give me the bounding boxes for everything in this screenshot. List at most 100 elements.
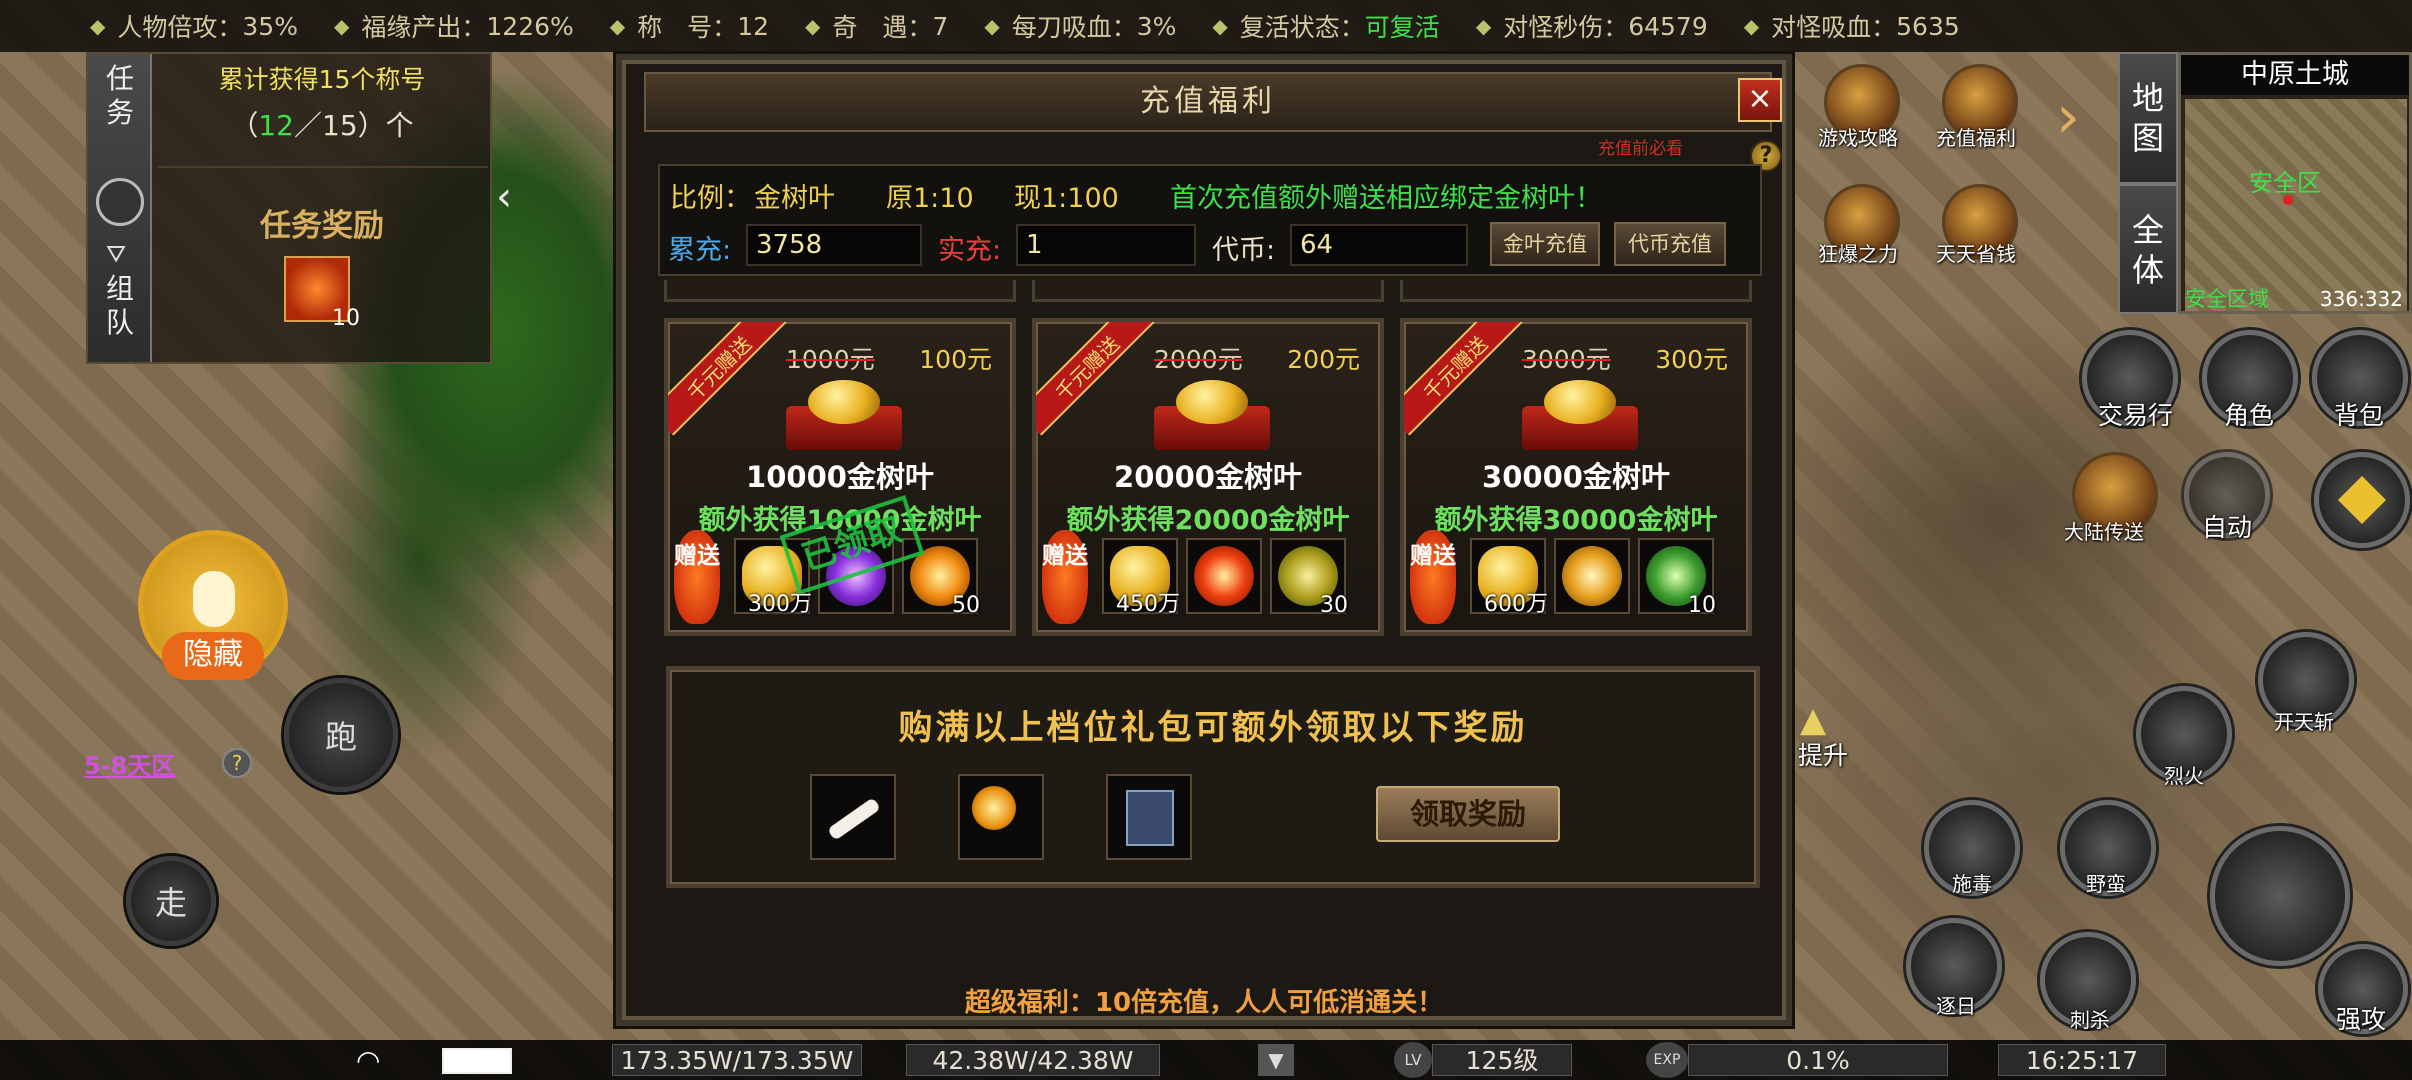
- bonus-item-slot[interactable]: [1106, 774, 1192, 860]
- collapse-arrow-icon[interactable]: ‹: [496, 174, 522, 244]
- tab-all[interactable]: 全体: [2118, 184, 2178, 314]
- gold-gift-box-icon: [1154, 380, 1270, 450]
- minimap-view: [2185, 99, 2407, 311]
- top-stats-bar: ◆ 人物倍攻： 35% ◆ 福缘产出： 1226% ◆ 称 号： 12 ◆ 奇 遇： 7 ◆ 每刀…: [0, 0, 2412, 52]
- diamond-icon: ◆: [1743, 14, 1760, 38]
- diamond-icon: ◆: [609, 14, 626, 38]
- reward-count: 10: [332, 306, 360, 331]
- tab-map[interactable]: 地图: [2118, 52, 2178, 184]
- actual-value: 1: [1016, 224, 1196, 266]
- main-attack-icon[interactable]: [2210, 826, 2350, 966]
- gold-gift-box-icon: [786, 380, 902, 450]
- gift-badge: 赠送: [1042, 530, 1088, 624]
- recharge-card-2000[interactable]: 千元赠送 2000元 200元 20000金树叶 额外获得20000金树叶 赠送…: [1032, 318, 1384, 636]
- stat-titles: ◆ 称 号： 12: [609, 11, 769, 43]
- zone-link[interactable]: 5-8天区: [84, 746, 175, 781]
- collapse-right-arrow-icon[interactable]: ›: [2056, 82, 2080, 152]
- item-slot[interactable]: 30: [1270, 538, 1348, 618]
- recharge-card-3000[interactable]: 千元赠送 3000元 300元 30000金树叶 额外获得30000金树叶 赠送…: [1400, 318, 1752, 636]
- original-price: 2000元: [1154, 345, 1243, 374]
- refresh-icon[interactable]: [96, 178, 144, 226]
- stat-revive-status: ◆ 复活状态： 可复活: [1212, 13, 1440, 42]
- tab-quest[interactable]: 任务: [98, 62, 142, 130]
- frenzy-power-label: 狂爆之力: [1818, 242, 1898, 266]
- item-slot[interactable]: [1186, 538, 1262, 614]
- original-ratio: 原1:10: [886, 183, 974, 214]
- wifi-icon: ◠: [356, 1044, 381, 1077]
- recharge-info-panel: 比例： 金树叶 原1:10 现1:100 首次充值额外赠送相应绑定金树叶！ 累充…: [658, 164, 1762, 276]
- scrolled-card-edge: [1400, 280, 1752, 302]
- token-label: 代币:: [1212, 235, 1276, 266]
- trade-label: 交易行: [2098, 401, 2174, 430]
- token-charge-button[interactable]: 代币充值: [1614, 222, 1726, 266]
- exp-value: 0.1%: [1688, 1044, 1948, 1076]
- gift-ribbon: 千元赠送: [1404, 322, 1524, 442]
- quest-side-tabs: 任务 ⛛ 组队: [88, 54, 152, 362]
- microphone-icon: [193, 571, 235, 627]
- stat-lifesteal-vs-monster: ◆ 对怪吸血： 5635: [1743, 11, 1960, 43]
- leaf-charge-button[interactable]: 金叶充值: [1490, 222, 1600, 266]
- skill-strong-attack-label: 强攻: [2336, 1005, 2387, 1034]
- diamond-icon: ◆: [90, 14, 106, 38]
- skill-sun-label: 逐日: [1936, 994, 1976, 1018]
- diamond-icon: ◆: [333, 14, 350, 38]
- daily-saving-label: 天天省钱: [1936, 242, 2016, 266]
- help-tip-text[interactable]: 充值前必看: [1598, 134, 1683, 159]
- hp-value: 173.35W/173.35W: [612, 1044, 862, 1076]
- character-label: 角色: [2224, 401, 2275, 430]
- zone-help-icon[interactable]: ?: [222, 748, 252, 778]
- safe-zone-label: 安全区域: [2185, 287, 2269, 311]
- skill-assassinate-label: 刺杀: [2070, 1008, 2110, 1032]
- book-icon: [1126, 790, 1174, 846]
- item-slot[interactable]: [1554, 538, 1630, 614]
- recharge-welfare-dialog: 充值福利 × 充值前必看 ? 比例： 金树叶 原1:10 现1:100 首次充值…: [616, 54, 1792, 1026]
- expand-arrow-icon[interactable]: ▼: [1258, 1044, 1294, 1076]
- claim-reward-button[interactable]: 领取奖励: [1376, 786, 1560, 842]
- bonus-item-slot[interactable]: [810, 774, 896, 860]
- footer-promo: 超级福利：10倍充值，人人可低消通关！: [964, 988, 1444, 1018]
- auto-label: 自动: [2202, 513, 2253, 542]
- quest-progress: （12／15）个: [230, 109, 414, 142]
- stat-lifesteal-per-hit: ◆ 每刀吸血： 3%: [984, 11, 1177, 43]
- coordinates: 336:332: [2319, 287, 2403, 311]
- ratio-currency: 金树叶: [754, 183, 835, 214]
- raise-arrow-icon[interactable]: ▲: [1800, 700, 1850, 740]
- walk-button[interactable]: 走: [126, 856, 216, 946]
- skill-slash-label: 开天斩: [2274, 710, 2334, 734]
- minimap[interactable]: 中原土城 安全区 安全区域 336:332: [2178, 52, 2412, 314]
- current-ratio: 现1:100: [1014, 183, 1119, 214]
- item-slot[interactable]: 600万: [1470, 538, 1548, 617]
- level-value: 125级: [1432, 1044, 1572, 1076]
- bottom-status-bar: ◠ 173.35W/173.35W 42.38W/42.38W ▼ LV 125…: [0, 1040, 2412, 1080]
- total-value: 3758: [746, 224, 922, 266]
- gold-gift-box-icon: [1522, 380, 1638, 450]
- leaf-amount: 20000金树叶: [1114, 460, 1302, 494]
- skill-fire-label: 烈火: [2164, 764, 2204, 788]
- item-slot[interactable]: 450万: [1102, 538, 1180, 617]
- ratio-label: 比例：: [670, 183, 751, 214]
- sale-price: 100元: [919, 345, 992, 374]
- total-label: 累充:: [668, 235, 732, 266]
- tab-team[interactable]: 组队: [98, 272, 142, 340]
- gift-ribbon: 千元赠送: [1036, 322, 1156, 442]
- hide-button[interactable]: 隐藏: [162, 632, 264, 680]
- dialog-title: 充值福利: [644, 72, 1772, 132]
- map-name: 中原土城: [2181, 55, 2409, 95]
- skill-barbaric-label: 野蛮: [2086, 872, 2126, 896]
- close-button[interactable]: ×: [1738, 78, 1782, 122]
- bonus-item-slot[interactable]: [958, 774, 1044, 860]
- extra-amount: 额外获得30000金树叶: [1434, 505, 1718, 536]
- item-slot[interactable]: 10: [1638, 538, 1716, 618]
- team-icon: ⛛: [106, 240, 127, 268]
- menu-grid-icon[interactable]: [2314, 452, 2410, 548]
- quest-title[interactable]: 累计获得15个称号: [152, 60, 492, 96]
- recharge-card-1000[interactable]: 千元赠送 1000元 100元 10000金树叶 额外获得10000金树叶 赠送…: [664, 318, 1016, 636]
- scrolled-card-edge: [664, 280, 1016, 302]
- stat-fortune-output: ◆ 福缘产出： 1226%: [333, 11, 574, 43]
- gold-burst-icon: [1562, 546, 1622, 606]
- stat-dps-vs-monster: ◆ 对怪秒伤： 64579: [1475, 11, 1708, 43]
- mp-value: 42.38W/42.38W: [906, 1044, 1160, 1076]
- run-button[interactable]: 跑: [284, 678, 398, 792]
- quest-panel: 任务 ⛛ 组队 累计获得15个称号 （12／15）个 任务奖励 10 ‹: [86, 52, 512, 364]
- token-value: 64: [1290, 224, 1468, 266]
